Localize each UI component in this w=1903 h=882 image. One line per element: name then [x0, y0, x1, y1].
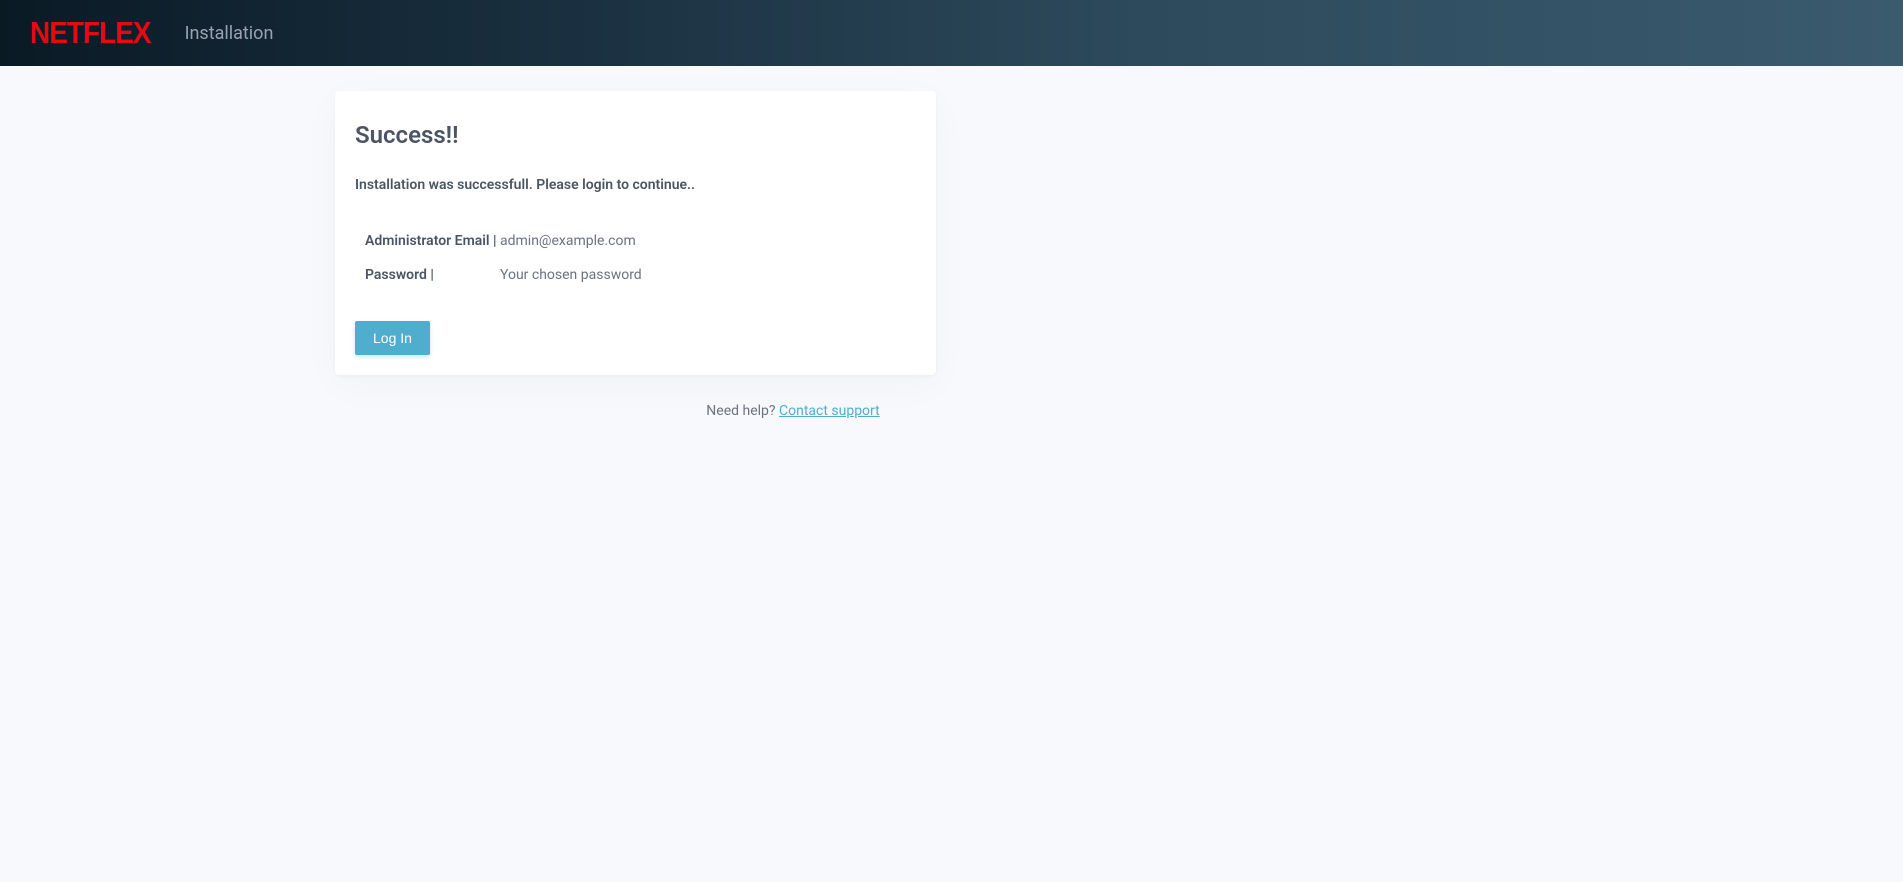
main-container: Success!! Installation was successfull. …: [335, 91, 936, 375]
login-button[interactable]: Log In: [355, 321, 430, 355]
card-title: Success!!: [355, 121, 916, 149]
header-title: Installation: [185, 23, 274, 44]
footer: Need help? Contact support: [335, 403, 1251, 419]
info-row-password: Password | Your chosen password: [355, 267, 916, 283]
email-value: admin@example.com: [500, 233, 636, 249]
password-label: Password |: [365, 267, 500, 283]
contact-support-link[interactable]: Contact support: [779, 403, 880, 419]
password-value: Your chosen password: [500, 267, 642, 283]
header: NETFLEX Installation: [0, 0, 1903, 66]
logo: NETFLEX: [30, 15, 151, 50]
help-text: Need help?: [706, 403, 779, 419]
success-card: Success!! Installation was successfull. …: [335, 91, 936, 375]
email-label: Administrator Email |: [365, 233, 500, 249]
card-message: Installation was successfull. Please log…: [355, 177, 916, 193]
info-row-email: Administrator Email | admin@example.com: [355, 233, 916, 249]
